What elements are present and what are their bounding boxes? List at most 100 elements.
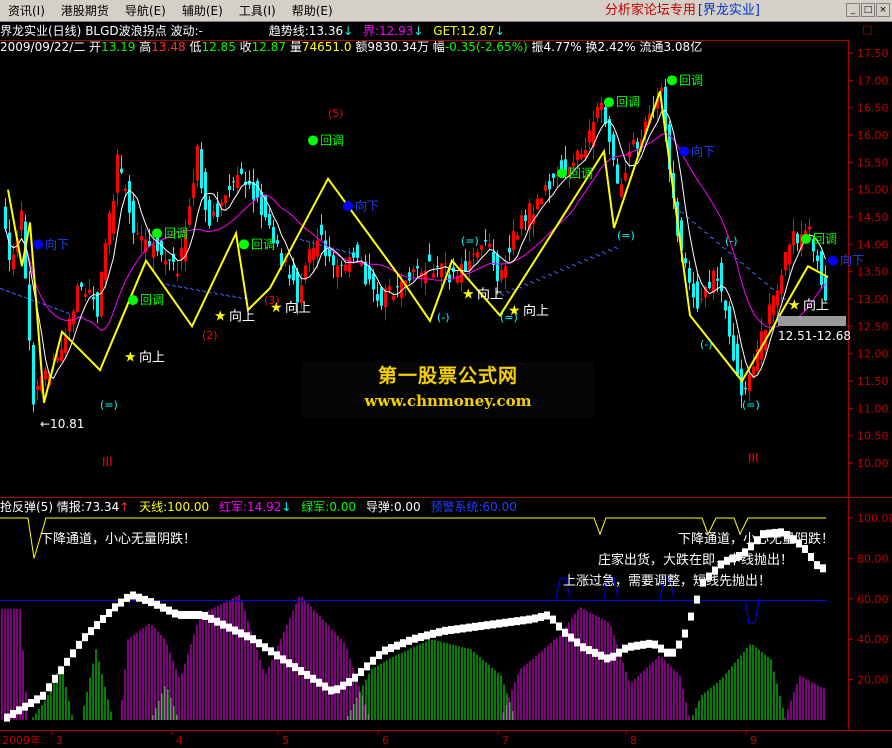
watermark-url: www.chnmoney.com	[364, 392, 532, 410]
candle-body	[180, 248, 183, 259]
candle-body	[344, 264, 347, 272]
trend-dash	[601, 251, 607, 255]
candle-body	[540, 198, 543, 205]
qingbao-block	[472, 622, 478, 631]
trend-dash	[553, 270, 559, 274]
candle-body	[548, 181, 551, 190]
trend-dash	[335, 248, 341, 252]
yujing-value: 60.00	[482, 500, 517, 514]
qingbao-block	[442, 626, 448, 635]
qingbao-block	[670, 648, 676, 657]
price-tick-label: 10.00	[857, 457, 889, 470]
trend-dash	[691, 221, 697, 225]
qingbao-block	[394, 641, 400, 650]
candle-body	[8, 232, 11, 260]
tianxian-label: 天线:	[139, 500, 168, 514]
qingbao-block	[634, 641, 640, 650]
candle-body	[372, 273, 375, 290]
qingbao-block	[808, 553, 814, 562]
qingbao-block	[22, 702, 28, 711]
candle-body	[396, 286, 399, 288]
price-tick-label: 16.00	[857, 129, 889, 142]
qingbao-block	[178, 610, 184, 619]
xiangxia-label: 向下	[691, 143, 715, 158]
price-tick-label: 17.00	[857, 74, 889, 87]
candle-body	[500, 270, 503, 280]
qingbao-block	[496, 619, 502, 628]
candle-body	[516, 235, 519, 240]
huitiao-label: 回调	[569, 166, 593, 180]
price-tick-label: 10.50	[857, 430, 889, 443]
qingbao-block	[640, 640, 646, 649]
price-tick-label: 12.50	[857, 320, 889, 333]
candle-body	[140, 236, 143, 241]
qingbao-block	[4, 713, 10, 722]
candle-body	[136, 232, 139, 234]
qingbao-block	[106, 608, 112, 617]
xiangxia-label: 向下	[45, 236, 69, 251]
candle-body	[376, 294, 379, 301]
qingbao-block	[58, 666, 64, 675]
trend-dash	[11, 291, 17, 295]
lvjun-value: 0.00	[329, 500, 357, 514]
qingbao-block	[658, 644, 664, 653]
candle-body	[692, 283, 695, 298]
qingbao-block	[10, 709, 16, 718]
candle-body	[784, 251, 787, 271]
candle-body	[72, 311, 75, 325]
qingbao-block	[124, 593, 130, 602]
qingbao-block	[466, 623, 472, 632]
candle-body	[780, 275, 783, 294]
candle-body	[228, 186, 231, 190]
candle-body	[276, 240, 279, 244]
qingbao-block	[502, 618, 508, 627]
candle-body	[712, 270, 715, 293]
qingbao-block	[166, 606, 172, 615]
qingbao-block	[430, 629, 436, 638]
price-tick-label: 15.00	[857, 184, 889, 197]
candle-body	[816, 255, 819, 262]
qingbao-block	[172, 609, 178, 618]
candle-body	[576, 150, 579, 161]
price-tick-label: 14.00	[857, 238, 889, 251]
qingbao-block	[688, 612, 694, 621]
candle-body	[824, 276, 827, 301]
qingbao-block	[238, 629, 244, 638]
candle-body	[84, 294, 87, 297]
qingbao-arrow-icon: ↑	[119, 500, 130, 514]
candle-body	[580, 154, 583, 159]
blue-signal-dot	[343, 201, 353, 212]
x-month-label: 7	[502, 734, 509, 747]
candle-body	[120, 168, 123, 173]
qingbao-block	[814, 561, 820, 570]
daodan-label: 导弹:	[365, 500, 394, 514]
candle-body	[216, 203, 219, 218]
green-signal-dot	[801, 233, 811, 244]
price-tick-label: 15.50	[857, 156, 889, 169]
candle-body	[684, 258, 687, 264]
candle-body	[296, 271, 299, 303]
qingbao-block	[514, 617, 520, 626]
trend-dash	[751, 271, 757, 275]
low-value-label: ←10.81	[40, 417, 84, 431]
price-tick-label: 12.00	[857, 348, 889, 361]
qingbao-block	[508, 617, 514, 626]
qingbao-block	[76, 640, 82, 649]
candle-body	[544, 185, 547, 191]
bracket-label: (=)	[100, 398, 118, 411]
qingbao-block	[568, 633, 574, 642]
qingbao-block	[406, 636, 412, 645]
trend-dash	[583, 258, 589, 262]
tianxian-value: 100.00	[167, 500, 210, 514]
candle-body	[132, 200, 135, 233]
qingbao-block	[46, 683, 52, 692]
qingbao-block	[454, 625, 460, 634]
qingbao-block	[310, 674, 316, 683]
candle-body	[256, 180, 259, 198]
candle-body	[108, 212, 111, 245]
green-signal-dot	[128, 295, 138, 306]
candle-body	[292, 265, 295, 281]
huitiao-label: 回调	[616, 95, 640, 109]
candle-body	[168, 259, 171, 261]
trend-dash	[201, 289, 207, 293]
